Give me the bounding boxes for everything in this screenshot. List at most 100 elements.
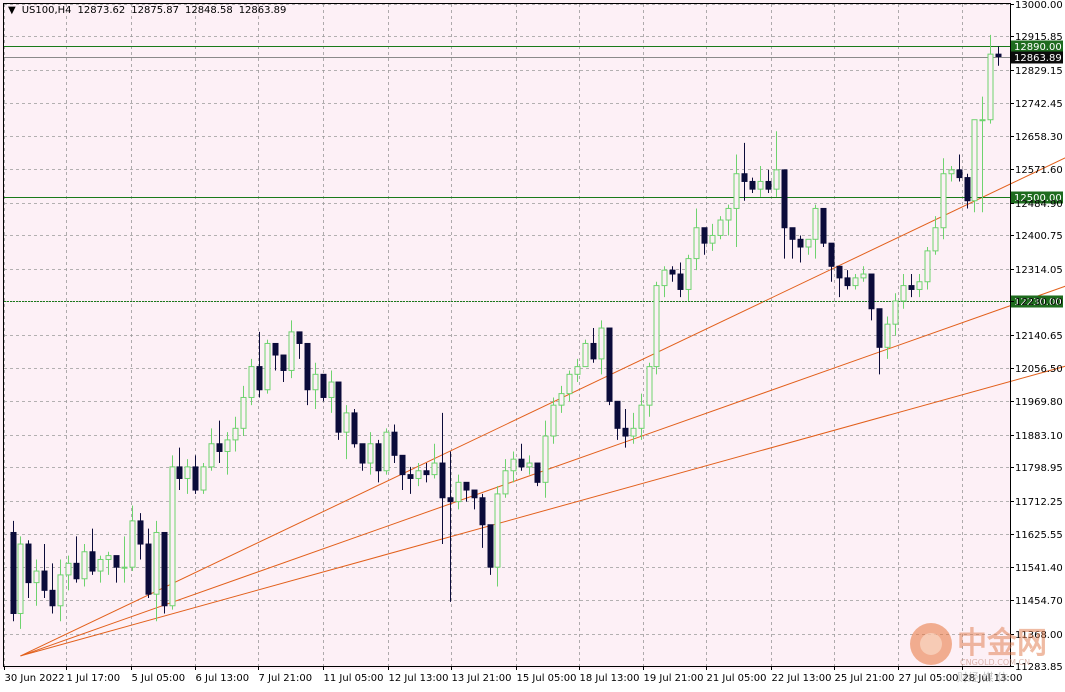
dropdown-triangle-icon[interactable]: ▼ (8, 5, 16, 16)
y-tick-label: 12400.75 (1015, 231, 1063, 242)
y-tick-label: 11541.40 (1015, 563, 1063, 574)
bull-candle (97, 558, 104, 572)
bull-candle (940, 173, 947, 229)
bear-candle (518, 458, 525, 468)
bull-candle (200, 466, 207, 491)
bull-candle (653, 285, 660, 368)
symbol-header: ▼ US100,H4 12873.62 12875.87 12848.58 12863.8… (8, 5, 292, 16)
bear-candle (423, 470, 430, 476)
y-tick-label: 12314.05 (1015, 265, 1063, 276)
bull-candle (916, 281, 923, 290)
bull-candle (630, 427, 637, 437)
bull-candle (932, 227, 939, 252)
bear-candle (789, 227, 796, 240)
bear-candle (995, 53, 1002, 58)
price-chart[interactable]: 12890.0012500.0012230.0012863.89 13000.0… (0, 0, 1065, 692)
watermark-text-cn: 中金网 (957, 626, 1047, 661)
bear-candle (606, 327, 613, 402)
bear-candle (41, 570, 48, 591)
x-tick-label: 19 Jul 21:00 (644, 673, 704, 684)
bear-candle (956, 169, 963, 179)
bull-candle (232, 427, 239, 441)
x-tick-label: 21 Jul 05:00 (707, 673, 767, 684)
bull-candle (526, 462, 533, 468)
bear-candle (113, 555, 120, 568)
x-tick-label: 7 Jul 21:00 (259, 673, 313, 684)
y-tick-label: 12571.60 (1015, 165, 1063, 176)
bear-candle (836, 265, 843, 279)
bear-candle (534, 462, 541, 483)
bear-candle (161, 531, 168, 607)
bull-candle (169, 466, 176, 607)
y-tick-label: 11712.25 (1015, 497, 1063, 508)
y-tick-label: 12658.30 (1015, 132, 1063, 143)
bear-candle (176, 466, 183, 479)
bull-candle (948, 169, 955, 175)
bear-candle (669, 269, 676, 275)
bull-candle (105, 555, 112, 560)
bear-candle (622, 427, 629, 437)
x-tick-label: 13 Jul 21:00 (452, 673, 512, 684)
bull-candle (33, 570, 40, 584)
bull-candle (328, 381, 335, 398)
bear-candle (25, 543, 32, 584)
bear-candle (447, 497, 454, 503)
bear-candle (73, 562, 80, 580)
bull-candle (184, 466, 191, 479)
bull-candle (646, 366, 653, 406)
bull-candle (884, 323, 891, 348)
bear-candle (614, 400, 621, 429)
bull-candle (892, 300, 899, 325)
price-axis[interactable]: 13000.00 12915.85 12829.15 12742.45 12658.30… (1010, 0, 1063, 673)
bull-candle (685, 258, 692, 290)
bear-candle (463, 481, 470, 491)
bear-candle (49, 589, 56, 607)
bear-candle (192, 466, 199, 491)
x-tick-label: 11 Jul 05:00 (324, 673, 384, 684)
current-price-label: 12863.89 (1014, 53, 1062, 64)
bull-candle (65, 562, 72, 576)
bull-candle (566, 373, 573, 395)
bull-candle (542, 435, 549, 483)
bull-candle (725, 207, 732, 221)
bear-candle (137, 520, 144, 545)
plot-area[interactable] (0, 0, 1011, 669)
y-tick-label: 11798.95 (1015, 463, 1063, 474)
symbol-label: US100,H4 (21, 5, 72, 16)
bull-candle (153, 531, 160, 595)
bull-candle (240, 396, 247, 429)
y-tick-label: 12915.85 (1015, 32, 1063, 43)
x-tick-label: 12 Jul 13:00 (389, 673, 449, 684)
bear-candle (375, 443, 382, 472)
bull-candle (415, 470, 422, 479)
bear-candle (10, 531, 17, 614)
x-tick-label: 1 Jul 17:00 (67, 673, 121, 684)
bear-candle (272, 342, 279, 356)
bull-candle (773, 169, 780, 190)
bear-candle (471, 489, 478, 499)
bull-candle (494, 493, 501, 568)
bear-candle (320, 373, 327, 398)
bull-candle (661, 269, 668, 287)
bull-candle (224, 439, 231, 452)
bull-candle (264, 342, 271, 391)
bear-candle (590, 342, 597, 360)
bear-candle (145, 543, 152, 595)
y-tick-label: 11883.10 (1015, 431, 1063, 442)
ohlc-low: 12848.58 (184, 5, 233, 16)
x-tick-label: 15 Jul 05:00 (517, 673, 577, 684)
bull-candle (733, 173, 740, 209)
bull-candle (343, 412, 350, 433)
bull-candle (900, 285, 907, 302)
bull-candle (550, 404, 557, 437)
bear-candle (304, 342, 311, 391)
y-tick-label: 13000.00 (1015, 0, 1063, 11)
bull-candle (757, 180, 764, 190)
bear-candle (391, 431, 398, 456)
bear-candle (828, 242, 835, 267)
x-tick-label: 18 Jul 13:00 (580, 673, 640, 684)
x-tick-label: 6 Jul 13:00 (196, 673, 250, 684)
bull-candle (121, 566, 128, 569)
bull-candle (987, 53, 994, 121)
bull-candle (717, 219, 724, 236)
